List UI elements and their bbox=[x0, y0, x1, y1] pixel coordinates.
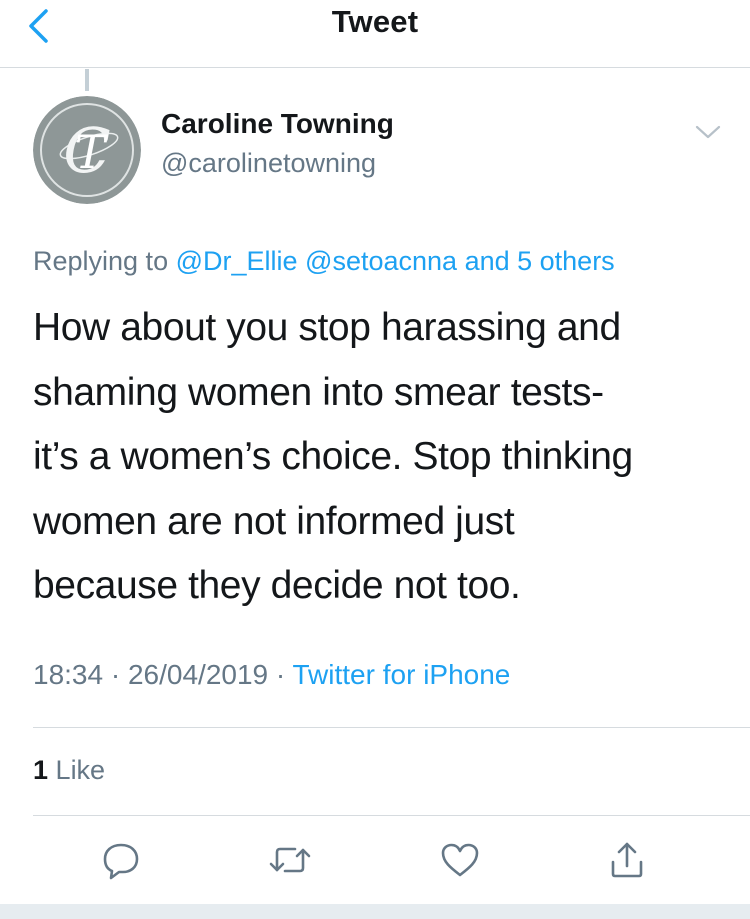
replying-to-label: Replying to bbox=[33, 246, 176, 276]
mention-link[interactable]: @setoacnna bbox=[305, 246, 457, 276]
others-link[interactable]: and 5 others bbox=[465, 246, 615, 276]
divider bbox=[33, 815, 750, 816]
separator: · bbox=[103, 659, 128, 690]
retweet-button[interactable] bbox=[268, 838, 312, 882]
retweet-icon bbox=[269, 847, 311, 873]
separator: · bbox=[268, 659, 293, 690]
like-label: Like bbox=[55, 755, 106, 785]
likes-count[interactable]: 1 Like bbox=[33, 755, 105, 786]
thread-connector-line bbox=[85, 69, 89, 91]
share-icon bbox=[611, 842, 643, 878]
source-link[interactable]: Twitter for iPhone bbox=[293, 659, 511, 690]
bottom-bar bbox=[0, 904, 750, 919]
page-title: Tweet bbox=[331, 4, 419, 39]
avatar[interactable]: C T bbox=[33, 96, 141, 204]
reply-icon bbox=[103, 843, 139, 880]
tweet-meta: 18:34 · 26/04/2019 · Twitter for iPhone bbox=[33, 659, 510, 691]
tweet-time: 18:34 bbox=[33, 659, 104, 690]
divider bbox=[33, 727, 750, 728]
replying-to: Replying to @Dr_Ellie @setoacnna and 5 o… bbox=[33, 246, 615, 277]
like-button[interactable] bbox=[438, 838, 482, 882]
tweet-options-button[interactable] bbox=[692, 116, 724, 148]
mention-link[interactable]: @Dr_Ellie bbox=[176, 246, 298, 276]
svg-text:T: T bbox=[75, 125, 109, 179]
tweet-date: 26/04/2019 bbox=[127, 659, 269, 690]
author-handle[interactable]: @carolinetowning bbox=[161, 148, 376, 179]
author-name[interactable]: Caroline Towning bbox=[161, 108, 394, 140]
top-nav-bar: Tweet bbox=[0, 0, 750, 68]
tweet-text: How about you stop harassing and shaming… bbox=[33, 306, 633, 607]
like-icon bbox=[441, 843, 479, 877]
like-count-number: 1 bbox=[33, 755, 49, 785]
chevron-down-icon bbox=[695, 125, 721, 139]
share-button[interactable] bbox=[605, 838, 649, 882]
reply-button[interactable] bbox=[99, 838, 143, 882]
